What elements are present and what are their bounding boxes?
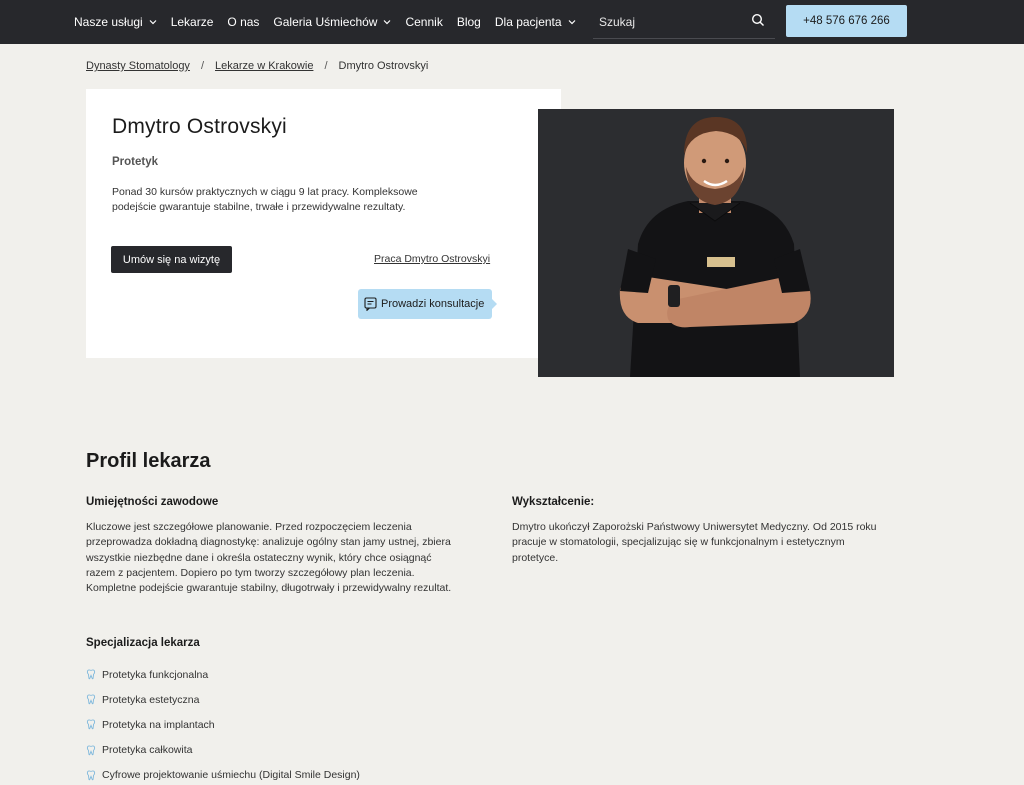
education-heading: Wykształcenie: — [512, 496, 595, 508]
nav-item-label: Blog — [456, 15, 481, 29]
nav-item-services[interactable]: Nasze usługi — [74, 15, 157, 29]
specialization-label: Protetyka funkcjonalna — [102, 668, 209, 681]
tooth-icon — [86, 745, 96, 755]
list-item: Protetyka całkowita — [86, 738, 360, 763]
nav-item-label: Galeria Uśmiechów — [273, 15, 378, 29]
top-navigation-bar: Nasze usługi Lekarze O nas Galeria Uśmie… — [0, 0, 1024, 44]
doctor-photo-illustration — [538, 109, 894, 377]
chevron-down-icon — [568, 20, 576, 25]
chat-note-icon — [364, 297, 377, 311]
profile-title: Profil lekarza — [86, 450, 211, 472]
doctor-works-link[interactable]: Praca Dmytro Ostrovskyi — [374, 253, 490, 265]
breadcrumb-link-doctors[interactable]: Lekarze w Krakowie — [215, 60, 313, 72]
list-item: Protetyka na implantach — [86, 712, 360, 737]
main-nav: Nasze usługi Lekarze O nas Galeria Uśmie… — [74, 0, 590, 44]
book-appointment-button[interactable]: Umów się na wizytę — [111, 246, 232, 273]
nav-item-for-patient[interactable]: Dla pacjenta — [495, 15, 576, 29]
nav-item-about[interactable]: O nas — [227, 15, 259, 29]
nav-item-pricing[interactable]: Cennik — [405, 15, 442, 29]
doctor-photo — [538, 109, 894, 377]
tooth-icon — [86, 719, 96, 730]
nav-item-label: Cennik — [405, 15, 443, 29]
nav-item-doctors[interactable]: Lekarze — [171, 15, 214, 29]
specialization-list: Protetyka funkcjonalna Protetyka estetyc… — [86, 662, 360, 785]
specialization-label: Protetyka na implantach — [102, 718, 215, 731]
nav-item-label: Lekarze — [170, 15, 214, 29]
specialization-label: Protetyka całkowita — [102, 744, 193, 757]
tooth-icon — [86, 770, 96, 781]
tooth-icon — [86, 694, 96, 705]
tooth-icon — [86, 669, 96, 680]
search-icon[interactable] — [751, 13, 765, 27]
phone-button[interactable]: +48 576 676 266 — [786, 5, 907, 37]
chevron-down-icon — [149, 20, 157, 25]
specialization-label: Cyfrowe projektowanie uśmiechu (Digital … — [102, 769, 360, 782]
breadcrumb-separator: / — [200, 60, 204, 72]
nav-item-label: O nas — [227, 15, 260, 29]
nav-item-label: Dla pacjenta — [494, 15, 562, 29]
breadcrumb-link-home[interactable]: Dynasty Stomatology — [86, 60, 190, 72]
specialization-heading: Specjalizacja lekarza — [86, 637, 200, 649]
skills-heading: Umiejętności zawodowe — [86, 496, 219, 508]
doctor-role: Protetyk — [112, 156, 159, 168]
search-input[interactable] — [599, 15, 739, 29]
breadcrumb-separator: / — [324, 60, 328, 72]
consultation-badge: Prowadzi konsultacje — [358, 289, 497, 319]
breadcrumb-current: Dmytro Ostrovskyi — [338, 60, 429, 72]
doctor-card: Dmytro Ostrovskyi Protetyk Ponad 30 kurs… — [86, 89, 561, 358]
search-box — [593, 7, 775, 39]
doctor-name: Dmytro Ostrovskyi — [112, 115, 287, 138]
skills-text: Kluczowe jest szczegółowe planowanie. Pr… — [86, 521, 452, 595]
list-item: Protetyka funkcjonalna — [86, 662, 360, 687]
nav-item-blog[interactable]: Blog — [457, 15, 481, 29]
breadcrumb: Dynasty Stomatology / Lekarze w Krakowie… — [86, 60, 428, 72]
chevron-down-icon — [384, 20, 391, 25]
specialization-label: Protetyka estetyczna — [102, 693, 200, 706]
nav-item-label: Nasze usługi — [74, 15, 143, 29]
consultation-badge-label: Prowadzi konsultacje — [381, 298, 485, 310]
education-text: Dmytro ukończył Zaporożski Państwowy Uni… — [512, 521, 877, 564]
nav-item-gallery[interactable]: Galeria Uśmiechów — [273, 15, 391, 29]
list-item: Cyfrowe projektowanie uśmiechu (Digital … — [86, 763, 360, 785]
list-item: Protetyka estetyczna — [86, 687, 360, 712]
doctor-description: Ponad 30 kursów praktycznych w ciągu 9 l… — [112, 186, 418, 213]
